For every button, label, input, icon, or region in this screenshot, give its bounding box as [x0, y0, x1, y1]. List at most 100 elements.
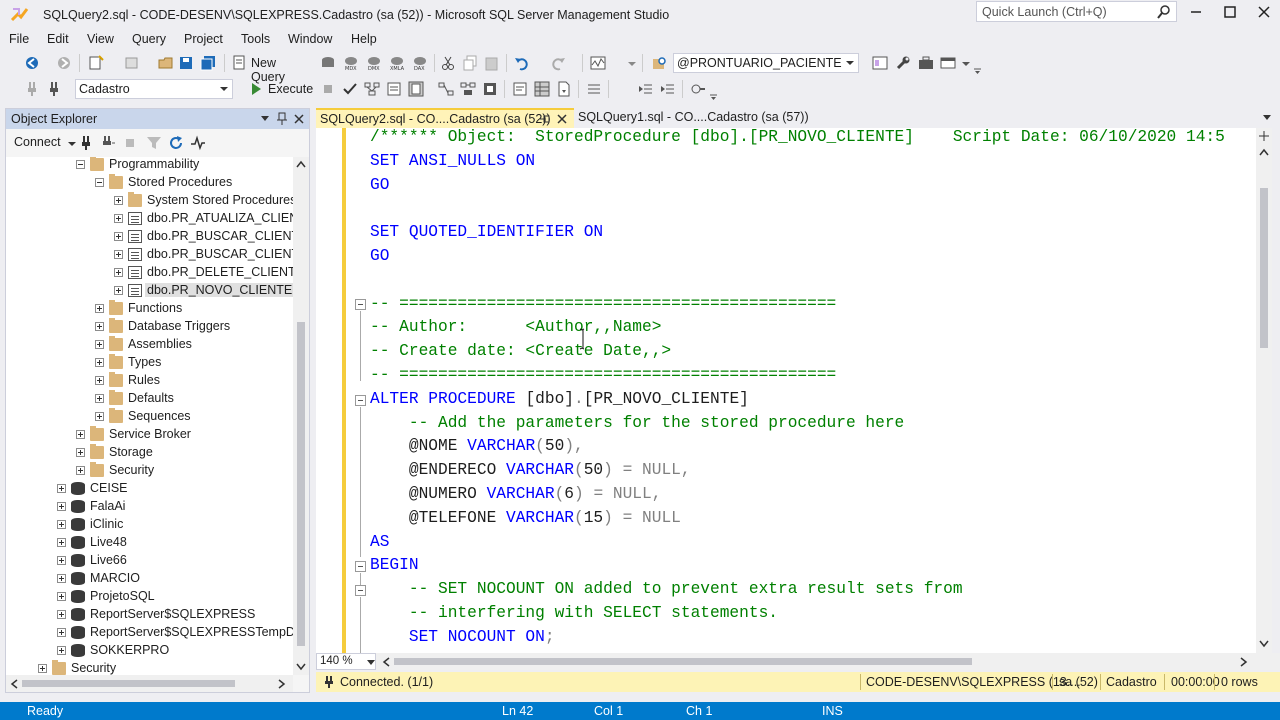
solution-explorer-icon[interactable] — [872, 55, 888, 71]
minimize-icon[interactable] — [1186, 4, 1206, 20]
tree-node[interactable]: Programmability — [6, 157, 293, 174]
scroll-thumb[interactable] — [394, 658, 972, 665]
expand-icon[interactable] — [38, 664, 47, 673]
expand-icon[interactable] — [114, 250, 123, 259]
tab-list-dropdown-icon[interactable] — [1262, 114, 1272, 122]
available-databases-combo[interactable]: Cadastro — [75, 79, 233, 99]
object-explorer-vertical-scrollbar[interactable] — [293, 157, 309, 675]
tree-node[interactable]: FalaAi — [6, 498, 293, 516]
undo-icon[interactable] — [514, 55, 530, 71]
scroll-thumb[interactable] — [297, 322, 305, 646]
fold-toggle-icon[interactable] — [355, 561, 366, 572]
quick-launch-input[interactable]: Quick Launch (Ctrl+Q) — [976, 1, 1177, 22]
specify-template-values-icon[interactable] — [690, 81, 706, 97]
scroll-thumb[interactable] — [1260, 188, 1268, 348]
database-engine-query-icon[interactable] — [320, 55, 336, 71]
expand-icon[interactable] — [57, 484, 66, 493]
cut-icon[interactable] — [440, 55, 456, 71]
activity-monitor-icon[interactable] — [190, 135, 206, 151]
disconnect-icon[interactable] — [100, 135, 116, 151]
pin-icon[interactable] — [538, 113, 550, 125]
menu-edit[interactable]: Edit — [47, 32, 69, 46]
scroll-left-icon[interactable] — [382, 657, 390, 667]
scroll-up-icon[interactable] — [296, 160, 306, 168]
xmla-query-icon[interactable]: XMLA — [389, 55, 405, 71]
expand-icon[interactable] — [57, 610, 66, 619]
tree-node[interactable]: iClinic — [6, 516, 293, 534]
parse-checkmark-icon[interactable] — [342, 81, 358, 97]
expand-icon[interactable] — [114, 196, 123, 205]
expand-icon[interactable] — [57, 574, 66, 583]
expand-icon[interactable] — [57, 538, 66, 547]
scroll-right-icon[interactable] — [278, 679, 286, 689]
expand-icon[interactable] — [57, 556, 66, 565]
copy-icon[interactable] — [462, 55, 478, 71]
expand-icon[interactable] — [76, 448, 85, 457]
dax-query-icon[interactable]: DAX — [412, 55, 428, 71]
tree-node[interactable]: Security — [6, 462, 293, 480]
save-all-icon[interactable] — [200, 55, 216, 71]
scroll-thumb[interactable] — [22, 680, 235, 687]
paste-icon[interactable] — [484, 55, 500, 71]
zoom-combo[interactable]: 140 % — [316, 653, 376, 670]
save-icon[interactable] — [178, 55, 194, 71]
scroll-up-icon[interactable] — [1259, 148, 1269, 156]
menu-file[interactable]: File — [9, 32, 29, 46]
tree-node[interactable]: ReportServer$SQLEXPRESS — [6, 606, 293, 624]
tree-node[interactable]: Defaults — [6, 390, 293, 408]
tree-node[interactable]: Functions — [6, 300, 293, 318]
collapse-icon[interactable] — [76, 160, 85, 169]
editor-vertical-scrollbar[interactable] — [1256, 128, 1272, 653]
expand-icon[interactable] — [114, 286, 123, 295]
menu-window[interactable]: Window — [288, 32, 332, 46]
tree-node[interactable]: dbo.PR_BUSCAR_CLIENTE — [6, 228, 293, 246]
object-combo[interactable]: @PRONTUARIO_PACIENTE — [673, 53, 859, 73]
expand-icon[interactable] — [95, 376, 104, 385]
scroll-right-icon[interactable] — [1240, 657, 1248, 667]
tab-sqlquery1[interactable]: SQLQuery1.sql - CO....Cadastro (sa (57)) — [574, 108, 814, 128]
expand-icon[interactable] — [95, 412, 104, 421]
tree-node[interactable]: ReportServer$SQLEXPRESSTempDB — [6, 624, 293, 642]
pin-icon[interactable] — [276, 112, 288, 126]
tree-node[interactable]: Assemblies — [6, 336, 293, 354]
tree-node[interactable]: Security — [6, 660, 293, 675]
client-statistics-icon[interactable] — [482, 81, 498, 97]
fold-toggle-icon[interactable] — [355, 585, 366, 596]
expand-icon[interactable] — [114, 268, 123, 277]
forward-icon[interactable] — [56, 55, 72, 71]
expand-icon[interactable] — [76, 466, 85, 475]
split-window-icon[interactable] — [1259, 131, 1269, 141]
mdx-query-icon[interactable]: MDX — [343, 55, 359, 71]
tree-node[interactable]: ProjetoSQL — [6, 588, 293, 606]
tree-node[interactable]: Sequences — [6, 408, 293, 426]
decrease-indent-icon[interactable] — [638, 81, 654, 97]
expand-icon[interactable] — [95, 394, 104, 403]
tree-node[interactable]: SOKKERPRO — [6, 642, 293, 660]
fold-toggle-icon[interactable] — [355, 395, 366, 406]
tree-node[interactable]: dbo.PR_ATUALIZA_CLIENTE — [6, 210, 293, 228]
expand-icon[interactable] — [95, 340, 104, 349]
activity-monitor-icon[interactable] — [590, 55, 606, 71]
collapse-icon[interactable] — [95, 178, 104, 187]
expand-icon[interactable] — [57, 646, 66, 655]
toolbar-overflow-icon[interactable] — [708, 85, 724, 101]
tree-node[interactable]: Live48 — [6, 534, 293, 552]
toolbox-icon[interactable] — [918, 55, 934, 71]
window-position-icon[interactable] — [260, 115, 270, 123]
increase-indent-icon[interactable] — [660, 81, 676, 97]
tab-sqlquery2[interactable]: SQLQuery2.sql - CO....Cadastro (sa (52)) — [316, 108, 574, 128]
tree-node[interactable]: Storage — [6, 444, 293, 462]
expand-icon[interactable] — [95, 304, 104, 313]
fold-toggle-icon[interactable] — [355, 299, 366, 310]
filter-icon[interactable] — [146, 135, 162, 151]
scroll-down-icon[interactable] — [296, 663, 306, 671]
include-actual-plan-icon[interactable] — [438, 81, 454, 97]
stop-icon[interactable] — [122, 135, 138, 151]
tree-node[interactable]: dbo.PR_DELETE_CLIENTE — [6, 264, 293, 282]
refresh-icon[interactable] — [168, 135, 184, 151]
scroll-left-icon[interactable] — [10, 679, 18, 689]
tree-node[interactable]: Rules — [6, 372, 293, 390]
tree-node[interactable]: System Stored Procedures — [6, 192, 293, 210]
menu-help[interactable]: Help — [351, 32, 377, 46]
close-panel-icon[interactable] — [293, 113, 305, 125]
